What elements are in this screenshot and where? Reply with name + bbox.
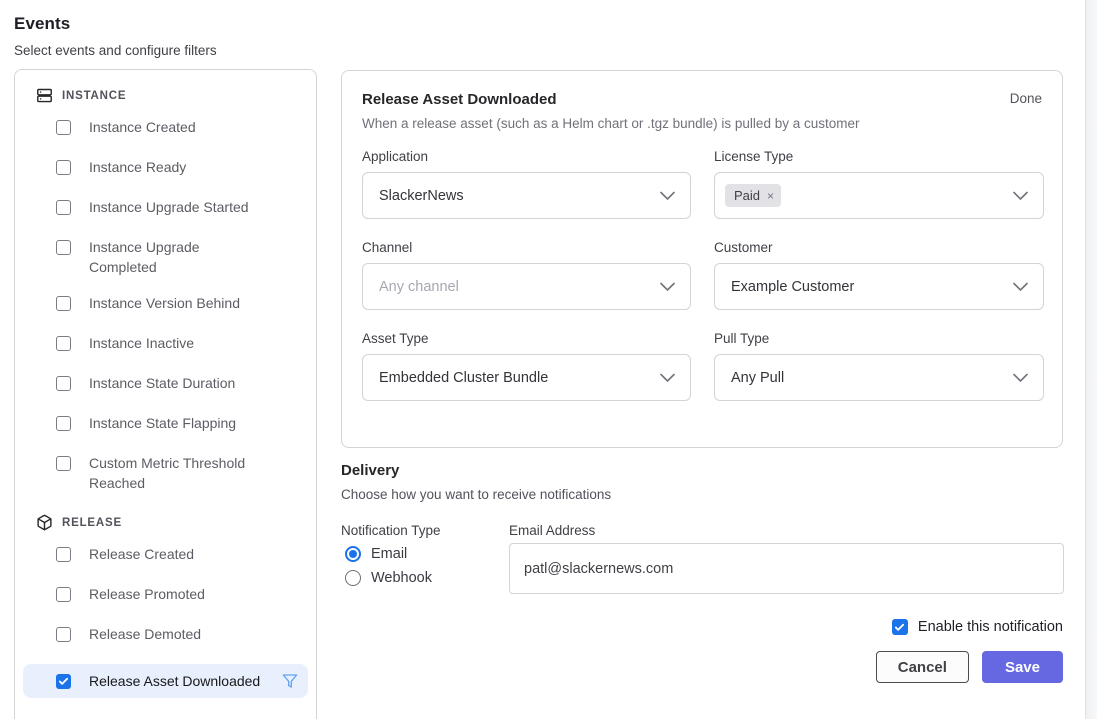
section-header-customer: CUSTOMER: [15, 714, 316, 719]
notification-type-label: Notification Type: [341, 523, 509, 538]
radio-selected-icon[interactable]: [345, 546, 361, 562]
card-title: Release Asset Downloaded: [362, 91, 557, 108]
checkbox-unchecked[interactable]: [56, 120, 71, 135]
delivery-section: Delivery Choose how you want to receive …: [341, 462, 1063, 683]
radio-unselected-icon[interactable]: [345, 570, 361, 586]
event-item-instance-ready[interactable]: Instance Ready: [23, 157, 308, 181]
chevron-down-icon: [1013, 282, 1028, 291]
checkbox-unchecked[interactable]: [56, 240, 71, 255]
event-item-instance-inactive[interactable]: Instance Inactive: [23, 333, 308, 357]
section-label: RELEASE: [62, 517, 122, 529]
event-item-instance-state-duration[interactable]: Instance State Duration: [23, 373, 308, 397]
checkbox-unchecked[interactable]: [56, 376, 71, 391]
checkbox-unchecked[interactable]: [56, 416, 71, 431]
pull-type-label: Pull Type: [714, 331, 1044, 346]
save-button[interactable]: Save: [982, 651, 1063, 683]
checkbox-unchecked[interactable]: [56, 160, 71, 175]
event-item-instance-state-flapping[interactable]: Instance State Flapping: [23, 413, 308, 437]
asset-type-label: Asset Type: [362, 331, 691, 346]
checkbox-checked[interactable]: [56, 674, 71, 689]
application-select[interactable]: SlackerNews: [362, 172, 691, 219]
delivery-title: Delivery: [341, 462, 1063, 479]
done-button[interactable]: Done: [1010, 91, 1042, 106]
section-label: INSTANCE: [62, 90, 126, 102]
remove-tag-icon[interactable]: ×: [767, 190, 774, 202]
channel-field: Channel Any channel: [362, 240, 691, 310]
license-type-field: License Type Paid ×: [714, 149, 1044, 219]
license-tag: Paid ×: [725, 184, 781, 207]
enable-checkbox-checked[interactable]: [892, 619, 908, 635]
event-item-release-created[interactable]: Release Created: [23, 544, 308, 568]
customer-label: Customer: [714, 240, 1044, 255]
event-item-custom-metric-threshold[interactable]: Custom Metric Threshold Reached: [23, 453, 308, 493]
enable-notification-row[interactable]: Enable this notification: [341, 619, 1063, 635]
server-icon: [36, 87, 53, 104]
email-address-label: Email Address: [509, 523, 1064, 538]
events-configuration-page: Events Select events and configure filte…: [0, 0, 1097, 719]
email-address-group: Email Address: [509, 523, 1064, 594]
channel-select[interactable]: Any channel: [362, 263, 691, 310]
chevron-down-icon: [660, 373, 675, 382]
event-item-instance-version-behind[interactable]: Instance Version Behind: [23, 293, 308, 317]
checkbox-unchecked[interactable]: [56, 336, 71, 351]
chevron-down-icon: [1013, 373, 1028, 382]
asset-type-field: Asset Type Embedded Cluster Bundle: [362, 331, 691, 401]
chevron-down-icon: [660, 282, 675, 291]
vertical-scrollbar[interactable]: [1085, 0, 1097, 719]
customer-select[interactable]: Example Customer: [714, 263, 1044, 310]
checkbox-unchecked[interactable]: [56, 587, 71, 602]
chevron-down-icon: [1013, 191, 1028, 200]
customer-field: Customer Example Customer: [714, 240, 1044, 310]
event-list-panel: INSTANCE Instance Created Instance Ready…: [14, 69, 317, 719]
pull-type-field: Pull Type Any Pull: [714, 331, 1044, 401]
pull-type-select[interactable]: Any Pull: [714, 354, 1044, 401]
event-item-release-promoted[interactable]: Release Promoted: [23, 584, 308, 608]
event-item-instance-upgrade-completed[interactable]: Instance Upgrade Completed: [23, 237, 308, 277]
radio-email[interactable]: Email: [341, 546, 509, 562]
chevron-down-icon: [660, 191, 675, 200]
application-label: Application: [362, 149, 691, 164]
section-header-instance: INSTANCE: [15, 82, 316, 109]
page-title: Events: [14, 14, 217, 34]
page-header: Events Select events and configure filte…: [14, 14, 217, 58]
notification-type-group: Notification Type Email Webhook: [341, 523, 509, 594]
section-header-release: RELEASE: [15, 509, 316, 536]
checkbox-unchecked[interactable]: [56, 627, 71, 642]
checkbox-unchecked[interactable]: [56, 456, 71, 471]
event-item-release-asset-downloaded[interactable]: Release Asset Downloaded: [23, 664, 308, 698]
release-asset-downloaded-filter-card: Release Asset Downloaded Done When a rel…: [341, 70, 1063, 448]
event-item-instance-upgrade-started[interactable]: Instance Upgrade Started: [23, 197, 308, 221]
checkbox-unchecked[interactable]: [56, 296, 71, 311]
event-item-release-demoted[interactable]: Release Demoted: [23, 624, 308, 648]
license-type-label: License Type: [714, 149, 1044, 164]
package-icon: [36, 514, 53, 531]
page-subtitle: Select events and configure filters: [14, 43, 217, 58]
cancel-button[interactable]: Cancel: [876, 651, 969, 683]
application-field: Application SlackerNews: [362, 149, 691, 219]
asset-type-select[interactable]: Embedded Cluster Bundle: [362, 354, 691, 401]
checkbox-unchecked[interactable]: [56, 547, 71, 562]
radio-webhook[interactable]: Webhook: [341, 570, 509, 586]
checkbox-unchecked[interactable]: [56, 200, 71, 215]
email-address-input[interactable]: [509, 543, 1064, 594]
card-description: When a release asset (such as a Helm cha…: [362, 116, 1042, 131]
filter-icon[interactable]: [282, 673, 298, 689]
event-item-instance-created[interactable]: Instance Created: [23, 117, 308, 141]
channel-label: Channel: [362, 240, 691, 255]
enable-notification-label: Enable this notification: [918, 619, 1063, 635]
license-type-select[interactable]: Paid ×: [714, 172, 1044, 219]
delivery-subtitle: Choose how you want to receive notificat…: [341, 487, 1063, 502]
